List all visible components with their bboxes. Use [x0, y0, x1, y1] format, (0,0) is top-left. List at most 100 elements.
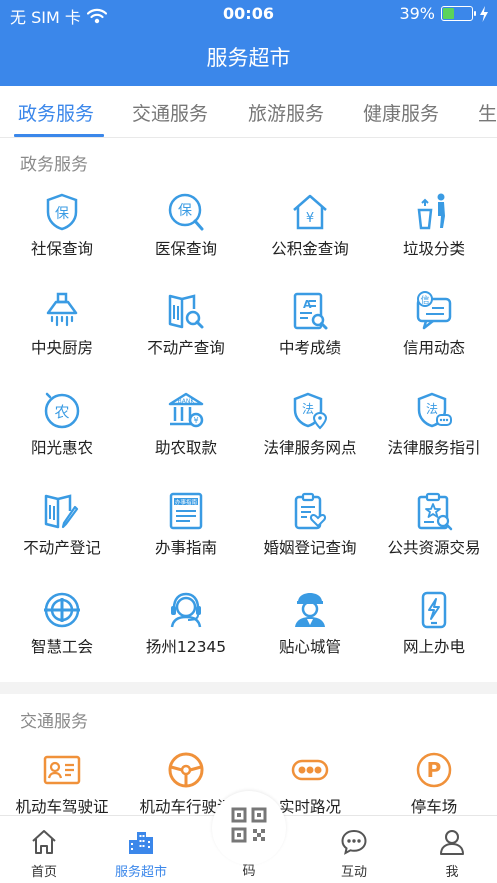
active-tab-indicator: [14, 134, 104, 137]
svg-text:BANK: BANK: [178, 398, 196, 405]
service-item[interactable]: 婚姻登记查询: [248, 491, 372, 587]
service-item[interactable]: A 中考成绩: [248, 291, 372, 387]
tab-traffic[interactable]: 交通服务: [132, 99, 208, 126]
service-item-label: 智慧工会: [30, 638, 93, 656]
service-market-screen: 无 SIM 卡 00:06 39% 服务超市 政务服务 交通服务 旅游服务 健康…: [0, 0, 497, 883]
marriage-doc-icon: [294, 492, 327, 530]
nav-qr-code-label: 码: [242, 864, 256, 879]
chat-icon: [341, 829, 367, 855]
battery-icon: [441, 6, 476, 21]
service-item[interactable]: 办事指南 办事指南: [124, 491, 248, 587]
svg-text:保: 保: [178, 203, 192, 219]
officer-icon: [295, 593, 325, 627]
service-item-label: 公积金查询: [271, 240, 349, 258]
category-tabs: 政务服务 交通服务 旅游服务 健康服务 生: [0, 86, 497, 138]
service-item[interactable]: 中央厨房: [0, 291, 124, 387]
doc-score-icon: A: [293, 292, 328, 330]
service-item[interactable]: 智慧工会: [0, 590, 124, 686]
page-title: 服务超市: [206, 46, 291, 70]
service-item-label: 医保查询: [154, 240, 217, 258]
service-item-label: 机动车驾驶证: [15, 798, 109, 816]
service-item-label: 公共资源交易: [387, 539, 481, 557]
bolt-icon: [480, 5, 488, 22]
header: 无 SIM 卡 00:06 39% 服务超市: [0, 0, 497, 86]
phone-power-icon: [421, 591, 447, 629]
qr-code-icon: [231, 807, 267, 843]
person-icon: [440, 830, 464, 855]
trash-person-icon: [417, 193, 445, 230]
service-item-label: 停车场: [410, 798, 458, 816]
service-item[interactable]: 保医保查询: [124, 192, 248, 288]
range-hood-icon: [46, 292, 78, 327]
service-item-label: 扬州12345: [145, 638, 227, 656]
bubble-bao-icon: 保: [168, 193, 204, 231]
status-bar: 无 SIM 卡 00:06 39%: [0, 0, 497, 28]
service-item[interactable]: 保社保查询: [0, 192, 124, 288]
service-item-label: 阳光惠农: [30, 439, 93, 457]
buildings-icon: [129, 832, 153, 854]
tab-health[interactable]: 健康服务: [363, 99, 439, 126]
tab-travel[interactable]: 旅游服务: [248, 99, 324, 126]
guide-doc-icon: 办事指南: [169, 492, 203, 530]
section-title-traffic: 交通服务: [20, 712, 88, 732]
service-item[interactable]: 农阳光惠农: [0, 391, 124, 487]
law-chat-icon: 法: [417, 392, 452, 428]
nav-home[interactable]: 首页: [4, 816, 84, 883]
parking-icon: P: [416, 752, 452, 788]
svg-text:P: P: [427, 758, 442, 782]
nav-qr-code[interactable]: [212, 791, 286, 865]
service-item[interactable]: 信信用动态: [372, 291, 496, 387]
svg-text:¥: ¥: [306, 211, 314, 226]
svg-text:保: 保: [55, 206, 69, 222]
svg-text:法: 法: [302, 402, 314, 416]
nav-me[interactable]: 我: [412, 816, 492, 883]
svg-text:农: 农: [54, 403, 69, 421]
battery-level: [443, 8, 454, 19]
home-icon: [32, 830, 56, 854]
service-item-label: 法律服务指引: [387, 439, 481, 457]
service-item[interactable]: 法法律服务网点: [248, 391, 372, 487]
svg-text:信: 信: [420, 294, 429, 306]
service-item-label: 垃圾分类: [402, 240, 465, 258]
status-right: 39%: [399, 4, 489, 23]
service-item-label: 社保查询: [30, 240, 93, 258]
book-search-icon: [168, 294, 204, 329]
nav-service-market-label: 服务超市: [114, 865, 167, 880]
service-item[interactable]: 不动产查询: [124, 291, 248, 387]
service-item[interactable]: 扬州12345: [124, 590, 248, 686]
service-item[interactable]: 法法律服务指引: [372, 391, 496, 487]
service-item[interactable]: 不动产登记: [0, 491, 124, 587]
law-pin-icon: 法: [293, 392, 328, 430]
service-item[interactable]: ¥ 公积金查询: [248, 192, 372, 288]
headset-icon: [170, 592, 202, 628]
book-pen-icon: [44, 494, 79, 529]
tab-life[interactable]: 生: [478, 99, 497, 126]
service-item-label: 办事指南: [154, 539, 217, 557]
credit-bubble-icon: 信: [416, 291, 452, 330]
service-item-label: 法律服务网点: [263, 439, 357, 457]
service-item-label: 不动产登记: [23, 539, 101, 557]
service-item-label: 贴心城管: [278, 638, 341, 656]
license-icon: [43, 755, 81, 785]
service-item-label: 中央厨房: [30, 339, 93, 357]
service-item[interactable]: BANK ¥ 助农取款: [124, 391, 248, 487]
nav-me-label: 我: [445, 865, 459, 880]
svg-text:办事指南: 办事指南: [175, 498, 198, 506]
battery-percent: 39%: [399, 4, 435, 23]
service-item-label: 助农取款: [154, 439, 217, 457]
service-item-label: 不动产查询: [147, 339, 225, 357]
service-item[interactable]: 垃圾分类: [372, 192, 496, 288]
service-item-label: 网上办电: [402, 638, 465, 656]
nav-interaction[interactable]: 互动: [314, 816, 394, 883]
nav-service-market[interactable]: 服务超市: [101, 816, 181, 883]
service-item[interactable]: 贴心城管: [248, 590, 372, 686]
section-title-government: 政务服务: [20, 155, 88, 175]
service-item[interactable]: 公共资源交易: [372, 491, 496, 587]
shield-bao-icon: 保: [46, 193, 78, 231]
service-item-label: 信用动态: [402, 339, 465, 357]
nav-interaction-label: 互动: [340, 865, 367, 880]
clipboard-star-icon: [417, 492, 453, 531]
house-yuan-icon: ¥: [293, 194, 327, 230]
service-item[interactable]: 网上办电: [372, 590, 496, 686]
tab-government[interactable]: 政务服务: [18, 99, 94, 126]
